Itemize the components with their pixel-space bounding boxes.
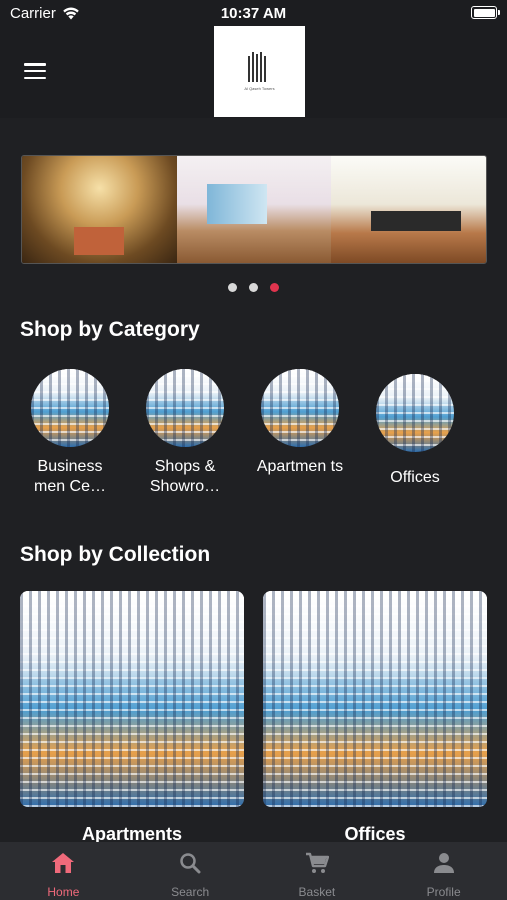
status-bar: Carrier 10:37 AM	[0, 0, 507, 28]
tab-profile[interactable]: Profile	[380, 842, 507, 900]
logo-text: Al Qaseh Towers	[244, 86, 275, 91]
collection-image	[263, 591, 487, 807]
bottom-tab-bar: Home Search Basket Profile	[0, 842, 507, 900]
collection-image	[20, 591, 244, 807]
pagination-dot[interactable]	[249, 283, 258, 292]
search-icon	[178, 851, 202, 875]
category-item-apartments[interactable]: Apartmen ts	[250, 369, 350, 477]
category-item-business-centers[interactable]: Business men Ce…	[20, 369, 120, 497]
battery-icon	[471, 6, 500, 19]
category-label: Shops & Showro…	[149, 458, 221, 495]
category-image	[146, 369, 224, 447]
category-label: Apartmen ts	[256, 458, 344, 475]
pagination-dot[interactable]	[228, 283, 237, 292]
banner-slide-meeting-room	[331, 156, 486, 263]
category-image	[31, 369, 109, 447]
category-item-offices[interactable]: Offices	[365, 374, 465, 488]
banner-slide-office	[176, 156, 332, 263]
home-icon	[51, 851, 75, 875]
category-item-shops[interactable]: Shops & Showro…	[135, 369, 235, 497]
building-logo-icon	[247, 52, 272, 82]
tab-label: Search	[171, 885, 210, 899]
collection-section-title: Shop by Collection	[20, 543, 211, 566]
hamburger-menu-icon[interactable]	[24, 63, 46, 79]
carousel-pagination	[0, 283, 507, 292]
tab-label: Basket	[298, 885, 336, 899]
collection-card-apartments[interactable]: Apartments	[20, 591, 244, 845]
tab-search[interactable]: Search	[127, 842, 254, 900]
banner-slide-reception	[22, 156, 177, 263]
tab-label: Home	[47, 885, 80, 899]
clock: 10:37 AM	[220, 5, 287, 22]
category-label: Business men Ce…	[33, 458, 107, 495]
tab-home[interactable]: Home	[0, 842, 127, 900]
profile-icon	[432, 851, 456, 875]
brand-logo: Al Qaseh Towers	[214, 26, 305, 117]
banner-carousel[interactable]	[21, 155, 487, 264]
category-label: Offices	[390, 469, 440, 486]
category-image	[261, 369, 339, 447]
tab-basket[interactable]: Basket	[254, 842, 381, 900]
tab-label: Profile	[426, 885, 461, 899]
category-section-title: Shop by Category	[20, 318, 200, 341]
cart-icon	[305, 851, 329, 875]
pagination-dot-active[interactable]	[270, 283, 279, 292]
category-image	[376, 374, 454, 452]
collection-card-offices[interactable]: Offices	[263, 591, 487, 845]
